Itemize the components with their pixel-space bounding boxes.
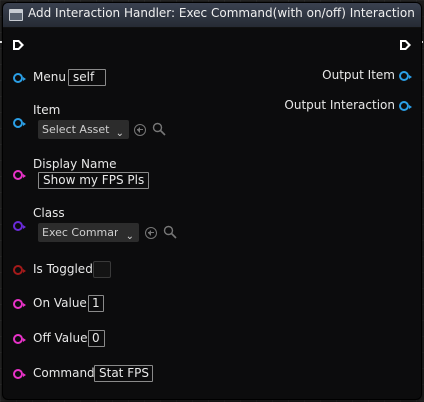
off-value-input[interactable]: 0 [88, 330, 105, 347]
class-dropdown[interactable]: Exec Command ⌄ [38, 223, 139, 242]
output-interaction-label: Output Interaction [284, 98, 395, 112]
menu-label: Menu [33, 70, 66, 84]
output-interaction-pin[interactable] [399, 101, 412, 111]
off-value-pin[interactable] [13, 334, 26, 344]
output-item-pin[interactable] [399, 71, 412, 81]
display-name-pin[interactable] [13, 170, 26, 180]
on-value-pin[interactable] [13, 299, 26, 309]
is-toggled-label: Is Toggled [33, 262, 93, 276]
output-item-label: Output Item [322, 68, 395, 82]
search-icon[interactable] [163, 225, 177, 239]
node-title: Add Interaction Handler: Exec Command(wi… [28, 6, 415, 20]
exec-input-icon[interactable] [12, 39, 26, 51]
class-label: Class [33, 206, 65, 220]
command-label: Command [33, 366, 95, 380]
is-toggled-pin[interactable] [13, 265, 26, 275]
on-value-label: On Value [33, 296, 87, 310]
item-label: Item [33, 103, 61, 117]
function-icon [9, 9, 23, 21]
chevron-down-icon: ⌄ [125, 231, 134, 242]
display-name-input[interactable]: Show my FPS Pls [38, 172, 149, 189]
command-pin[interactable] [13, 369, 26, 379]
class-dropdown-value: Exec Command [42, 226, 118, 239]
menu-pin[interactable] [13, 73, 26, 83]
menu-input[interactable]: self [68, 69, 106, 86]
exec-output-icon[interactable] [399, 39, 413, 51]
use-selected-asset-icon[interactable] [134, 124, 146, 136]
item-asset-dropdown[interactable]: Select Asset ⌄ [38, 120, 129, 139]
node-header[interactable]: Add Interaction Handler: Exec Command(wi… [3, 3, 421, 28]
chevron-down-icon: ⌄ [115, 128, 124, 139]
blueprint-node[interactable]: Add Interaction Handler: Exec Command(wi… [3, 3, 421, 399]
command-input[interactable]: Stat FPS [94, 365, 153, 382]
search-icon[interactable] [152, 122, 166, 136]
on-value-input[interactable]: 1 [88, 295, 104, 312]
item-pin[interactable] [13, 118, 26, 128]
use-selected-asset-icon[interactable] [145, 227, 157, 239]
is-toggled-checkbox[interactable] [93, 261, 111, 278]
off-value-label: Off Value [33, 331, 88, 345]
class-pin[interactable] [13, 221, 26, 231]
display-name-label: Display Name [33, 157, 117, 171]
item-dropdown-value: Select Asset [42, 123, 110, 136]
